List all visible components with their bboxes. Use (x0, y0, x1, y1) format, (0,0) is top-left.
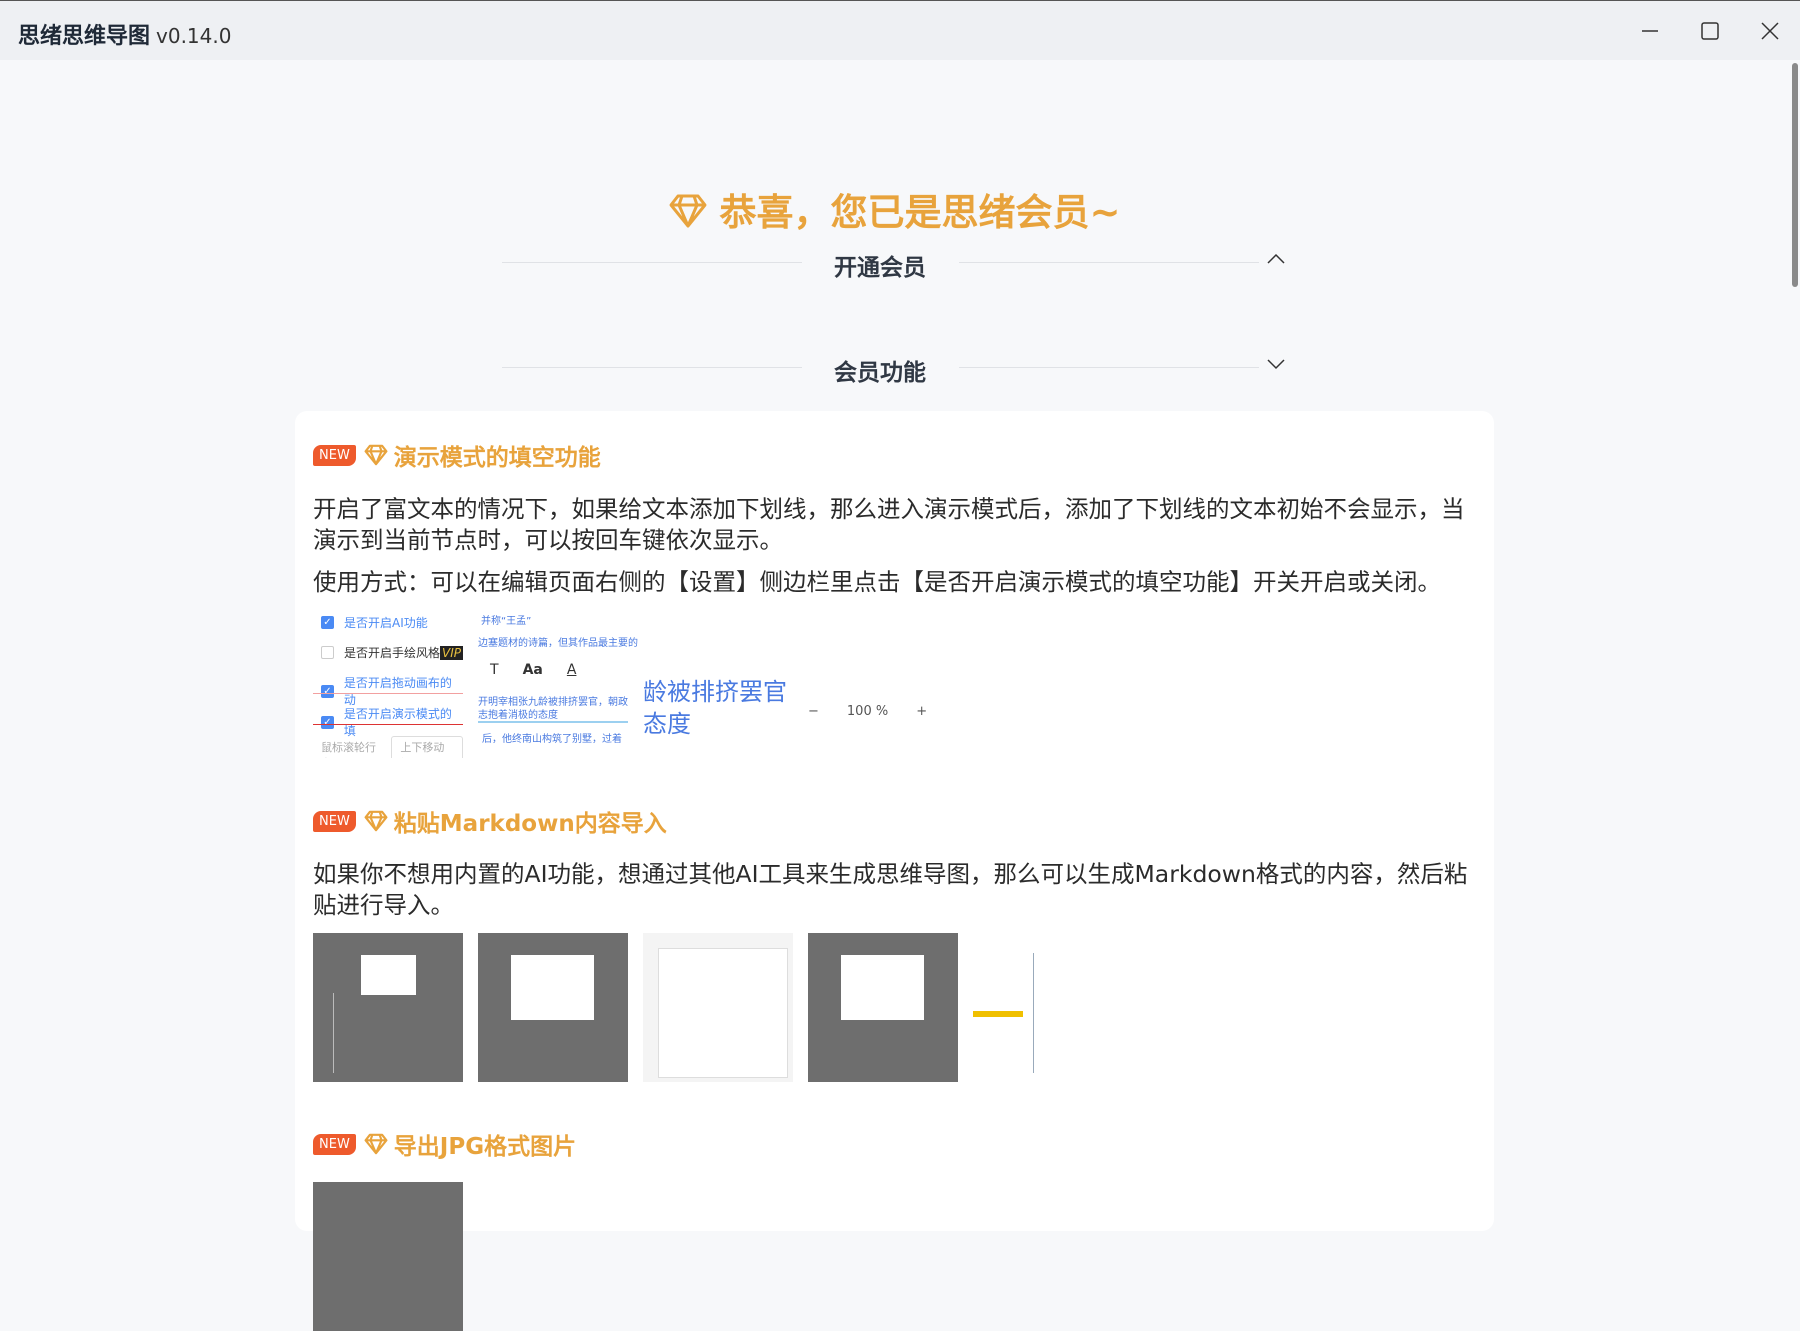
feature-usage: 使用方式：可以在编辑页面右侧的【设置】侧边栏里点击【是否开启演示模式的填空功能】… (313, 568, 1441, 596)
chevron-down-icon (1267, 359, 1285, 370)
diamond-icon (364, 1133, 388, 1155)
close-button[interactable] (1748, 11, 1792, 51)
setting-row: ✓ 是否开启拖动画布的动 (321, 674, 463, 708)
screenshot-thumbnail[interactable] (313, 1182, 463, 1331)
feature-description: 开启了富文本的情况下，如果给文本添加下划线，那么进入演示模式后，添加了下划线的文… (313, 495, 1465, 554)
editor-panel: 并称“王孟” 边塞题材的诗篇，但其作品最主要的 T Aa A 开明宰相张九龄被排挤罢… (478, 608, 638, 758)
app-name: 思绪思维导图 (18, 24, 151, 49)
close-icon (1761, 22, 1779, 40)
hero-heading: 恭喜，您已是思绪会员~ (0, 182, 1790, 236)
screenshot-thumbnail[interactable] (313, 933, 463, 1082)
presentation-text: 龄被排挤罢官 态度 (643, 678, 787, 738)
hero-text: 恭喜，您已是思绪会员~ (719, 191, 1121, 234)
divider (502, 262, 802, 263)
screenshot-thumbnail[interactable] (973, 933, 1123, 1082)
new-badge: NEW (313, 444, 356, 466)
feature-title-text: 演示模式的填空功能 (393, 445, 601, 471)
feature-title: NEW 粘贴Markdown内容导入 (313, 804, 667, 838)
diamond-icon (364, 810, 388, 832)
feature-description: 如果你不想用内置的AI功能，想通过其他AI工具来生成思维导图，那么可以生成Mar… (313, 860, 1468, 919)
scrollbar[interactable] (1790, 60, 1800, 1200)
feature-title: NEW 导出JPG格式图片 (313, 1127, 576, 1161)
new-badge: NEW (313, 1133, 356, 1155)
app-title: 思绪思维导图 v0.14.0 (18, 18, 231, 50)
screenshot-thumbnail[interactable] (478, 933, 628, 1082)
divider (959, 262, 1259, 263)
settings-panel: ✓ 是否开启AI功能 是否开启手绘风格 VIP ✓ 是否开启拖动画布的动 ✓ 是否开启演… (313, 608, 463, 758)
setting-row: ✓ 是否开启演示模式的填 (321, 705, 463, 739)
feature-title: NEW 演示模式的填空功能 (313, 438, 601, 472)
screenshot-thumbnail[interactable] (643, 933, 793, 1082)
feature-screenshot: ✓ 是否开启AI功能 是否开启手绘风格 VIP ✓ 是否开启拖动画布的动 ✓ 是否开启演… (313, 608, 973, 758)
app-version: v0.14.0 (156, 24, 232, 48)
diamond-icon (364, 444, 388, 466)
maximize-icon (1701, 22, 1719, 40)
divider (959, 367, 1259, 368)
features-card: NEW 演示模式的填空功能 开启了富文本的情况下，如果给文本添加下划线，那么进入… (295, 411, 1494, 1331)
title-bar: 思绪思维导图 v0.14.0 (0, 0, 1800, 60)
minimize-button[interactable] (1628, 11, 1672, 51)
chevron-up-icon (1267, 253, 1285, 264)
feature-title-text: 粘贴Markdown内容导入 (393, 811, 667, 837)
divider (502, 367, 802, 368)
setting-row: 是否开启手绘风格 VIP (321, 644, 463, 661)
feature-title-text: 导出JPG格式图片 (393, 1134, 577, 1160)
open-member-label: 开通会员 (834, 255, 926, 281)
setting-row: 鼠标滚轮行为上下移动视 (321, 736, 463, 758)
maximize-button[interactable] (1688, 11, 1732, 51)
scrollbar-thumb[interactable] (1792, 63, 1798, 287)
screenshot-thumbnail[interactable] (808, 933, 958, 1082)
member-features-collapse[interactable]: 会员功能 (502, 347, 1285, 387)
open-member-collapse[interactable]: 开通会员 (502, 242, 1285, 282)
member-features-label: 会员功能 (834, 360, 926, 386)
setting-row: ✓ 是否开启AI功能 (321, 614, 428, 631)
minimize-icon (1642, 30, 1658, 32)
zoom-control: −100 % + (808, 704, 928, 719)
new-badge: NEW (313, 810, 356, 832)
diamond-icon (669, 194, 707, 228)
